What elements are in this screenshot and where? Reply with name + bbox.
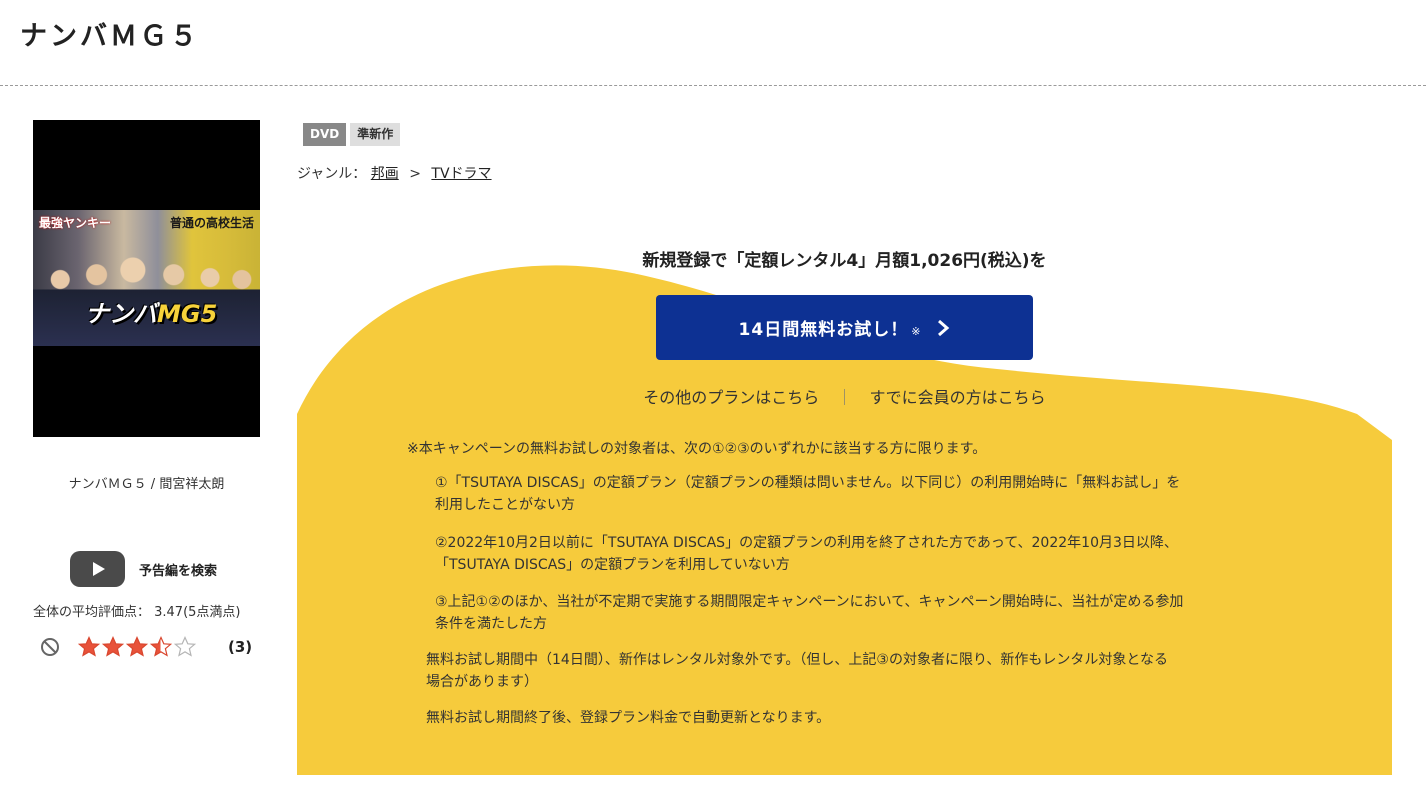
terms-note-2: 無料お試し期間終了後、登録プラン料金で自動更新となります。 [426, 707, 1296, 729]
plan-links: その他のプランはこちら ｜ すでに会員の方はこちら [297, 384, 1392, 408]
member-login-link[interactable]: すでに会員の方はこちら [870, 388, 1046, 407]
plan-links-divider: ｜ [836, 388, 853, 407]
other-plans-link[interactable]: その他のプランはこちら [643, 388, 819, 407]
terms-note-line: 場合があります） [426, 674, 538, 690]
free-trial-button[interactable]: 14日間無料お試し！ ※ [656, 295, 1033, 360]
star-icon [102, 636, 124, 657]
promo-heading: 新規登録で「定額レンタル4」月額1,026円(税込)を [642, 251, 1047, 271]
genre-separator: > [409, 166, 421, 182]
play-icon [92, 562, 105, 576]
genre-label: ジャンル： [297, 166, 367, 182]
not-interested-icon[interactable] [40, 637, 60, 657]
terms-item-line: ①「TSUTAYA DISCAS」の定額プラン（定額プランの種類は問いません。以… [435, 475, 1181, 491]
trailer-search[interactable]: 予告編を検索 [70, 551, 217, 587]
badge-semi-new: 準新作 [350, 123, 401, 146]
terms-item-line: 利用したことがない方 [435, 497, 575, 513]
rating-star[interactable] [126, 636, 148, 658]
review-count[interactable]: (3) [228, 638, 252, 656]
genre-link-tv-drama[interactable]: TVドラマ [431, 166, 491, 182]
genre-link-japanese-film[interactable]: 邦画 [371, 166, 399, 182]
terms-note-1: 無料お試し期間中（14日間）、新作はレンタル対象外です。（但し、上記③の対象者に… [426, 649, 1296, 693]
work-poster[interactable]: 最強ヤンキー 普通の高校生活 ナンバMG5 [33, 120, 260, 437]
poster-text-left: 最強ヤンキー [39, 216, 112, 230]
terms-item-1: ①「TSUTAYA DISCAS」の定額プラン（定額プランの種類は問いません。以… [435, 472, 1295, 516]
terms-note-line: 無料お試し期間中（14日間）、新作はレンタル対象外です。（但し、上記③の対象者に… [426, 652, 1168, 668]
rating-star[interactable] [102, 636, 124, 658]
poster-artwork: 最強ヤンキー 普通の高校生活 ナンバMG5 [33, 210, 260, 346]
rating-star[interactable] [150, 636, 172, 658]
terms-item-line: 条件を満たした方 [435, 616, 547, 632]
genre-breadcrumb: ジャンル： 邦画 > TVドラマ [297, 163, 492, 183]
poster-text-right: 普通の高校生活 [169, 216, 254, 230]
rating-stars[interactable] [78, 636, 198, 658]
chevron-right-icon [938, 319, 950, 336]
terms-lead: ※本キャンペーンの無料お試しの対象者は、次の①②③のいずれかに該当する方に限りま… [407, 441, 987, 457]
format-badges: DVD 準新作 [303, 123, 404, 146]
work-caption: ナンバＭＧ５ / 間宮祥太朗 [68, 477, 225, 492]
terms-item-3: ③上記①②のほか、当社が不定期で実施する期間限定キャンペーンにおいて、キャンペー… [435, 591, 1295, 635]
terms-item-line: ②2022年10月2日以前に「TSUTAYA DISCAS」の定額プランの利用を… [435, 535, 1178, 551]
page-title: ナンバＭＧ５ [20, 21, 200, 52]
free-trial-note-mark: ※ [911, 325, 921, 338]
badge-dvd: DVD [303, 123, 347, 146]
star-icon [150, 636, 172, 657]
star-icon [126, 636, 148, 657]
play-button[interactable] [70, 551, 125, 587]
rating-star[interactable] [174, 636, 196, 658]
terms-item-line: ③上記①②のほか、当社が不定期で実施する期間限定キャンペーンにおいて、キャンペー… [435, 594, 1184, 610]
poster-logo: ナンバMG5 [85, 294, 217, 329]
trailer-search-label[interactable]: 予告編を検索 [139, 560, 217, 579]
poster-logo-sub: MG5 [157, 300, 218, 328]
page-header: ナンバＭＧ５ [0, 0, 1426, 86]
terms-note-line: 無料お試し期間終了後、登録プラン料金で自動更新となります。 [426, 710, 831, 726]
free-trial-label: 14日間無料お試し！ [738, 320, 909, 340]
average-rating-text: 全体の平均評価点： 3.47(5点満点) [33, 605, 241, 620]
terms-item-2: ②2022年10月2日以前に「TSUTAYA DISCAS」の定額プランの利用を… [435, 532, 1295, 576]
star-icon [174, 636, 196, 657]
poster-logo-main: ナンバ [85, 300, 157, 328]
terms-item-line: 「TSUTAYA DISCAS」の定額プランを利用していない方 [435, 557, 790, 573]
rating-star[interactable] [78, 636, 100, 658]
rating-row: (3) [40, 634, 252, 660]
star-icon [78, 636, 100, 657]
